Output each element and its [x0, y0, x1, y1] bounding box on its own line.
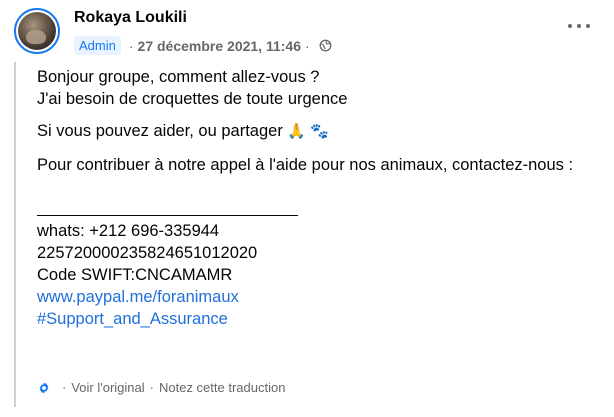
rate-translation-link[interactable]: Notez cette traduction: [159, 380, 285, 395]
author-name[interactable]: Rokaya Loukili: [74, 9, 187, 27]
paypal-link[interactable]: www.paypal.me/foranimaux: [37, 288, 239, 306]
translation-separator-2: ·: [149, 380, 154, 395]
translation-bar: · Voir l'original · Notez cette traducti…: [37, 380, 285, 395]
divider-line: [37, 198, 597, 220]
post-header: Rokaya Loukili Admin · 27 décembre 2021,…: [14, 6, 604, 58]
divider-rule: [37, 215, 298, 216]
post-body: Bonjour groupe, comment allez-vous ? J'a…: [37, 66, 597, 330]
avatar-image: [18, 12, 56, 50]
role-badge[interactable]: Admin: [74, 36, 121, 55]
pray-paw-emoji: 🙏 🐾: [287, 123, 329, 140]
translation-separator: ·: [62, 380, 67, 395]
body-line: Bonjour groupe, comment allez-vous ?: [37, 68, 320, 86]
more-dot: [568, 24, 572, 28]
gear-icon[interactable]: [37, 381, 51, 395]
body-line-share: Si vous pouvez aider, ou partager 🙏 🐾: [37, 120, 597, 143]
swift-code: Code SWIFT:CNCAMAMR: [37, 266, 233, 284]
body-line-contribute: Pour contribuer à notre appel à l'aide p…: [37, 156, 574, 174]
more-options-icon[interactable]: [568, 20, 590, 32]
avatar[interactable]: [14, 8, 60, 54]
post-date[interactable]: 27 décembre 2021, 11:46: [138, 38, 301, 54]
share-text: Si vous pouvez aider, ou partager: [37, 122, 283, 140]
body-line: J'ai besoin de croquettes de toute urgen…: [37, 90, 348, 108]
meta-separator: ·: [128, 37, 134, 54]
view-original-link[interactable]: Voir l'original: [71, 380, 144, 395]
whatsapp-number: whats: +212 696-335944: [37, 222, 220, 240]
more-dot: [586, 24, 590, 28]
meta-separator-2: ·: [305, 37, 310, 54]
post-meta: Admin · 27 décembre 2021, 11:46 ·: [74, 36, 332, 55]
hashtag-link[interactable]: #Support_and_Assurance: [37, 310, 228, 328]
quote-bar: [14, 62, 16, 407]
globe-icon[interactable]: [319, 39, 332, 52]
more-dot: [577, 24, 581, 28]
account-number: 225720000235824651012020: [37, 244, 258, 262]
